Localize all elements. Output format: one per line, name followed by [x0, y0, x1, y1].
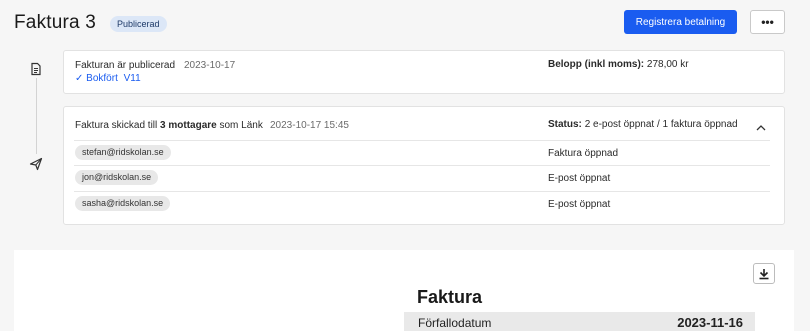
publish-event-card: Fakturan är publicerad 2023-10-17 ✓ Bokf… [63, 50, 785, 94]
amount-label: Belopp (inkl moms): [548, 59, 645, 70]
amount-value: 278,00 kr [646, 59, 689, 70]
invoice-preview: Faktura Förfallodatum 2023-11-16 [14, 250, 794, 331]
recipient-count: 3 mottagare [160, 120, 217, 131]
amount: Belopp (inkl moms): 278,00 kr [548, 59, 689, 70]
row-divider [74, 165, 770, 166]
recipient-email-pill: jon@ridskolan.se [75, 170, 159, 185]
row-divider [74, 191, 770, 192]
bookkeeping-ref: V11 [123, 73, 141, 84]
recipient-status: E-post öppnat [548, 199, 611, 210]
publish-event-text: Fakturan är publicerad [75, 60, 176, 71]
due-date-row: Förfallodatum 2023-11-16 [404, 312, 755, 331]
status-badge: Publicerad [110, 16, 167, 32]
due-date-label: Förfallodatum [418, 316, 492, 330]
chevron-up-icon[interactable] [755, 120, 767, 131]
row-divider [74, 140, 770, 141]
send-event-card: Faktura skickad till 3 mottagare som Län… [63, 106, 785, 225]
send-status-label: Status: [548, 119, 582, 130]
send-icon [29, 157, 43, 171]
send-text-prefix: Faktura skickad till [75, 120, 158, 131]
check-icon: ✓ [75, 73, 84, 84]
send-status-value: 2 e-post öppnat / 1 faktura öppnad [584, 119, 738, 130]
invoice-title: Faktura [417, 287, 483, 307]
due-date-value: 2023-11-16 [677, 315, 743, 330]
page-header: Faktura 3 Publicerad Registrera betalnin… [14, 10, 794, 38]
document-icon [29, 62, 43, 76]
send-event-text: Faktura skickad till 3 mottagare som Län… [75, 120, 263, 131]
recipient-email-pill: stefan@ridskolan.se [75, 145, 171, 160]
more-options-button[interactable]: ••• [750, 10, 785, 34]
recipient-email-pill: sasha@ridskolan.se [75, 196, 171, 211]
download-icon [754, 268, 774, 280]
send-status: Status: 2 e-post öppnat / 1 faktura öppn… [548, 119, 738, 130]
recipient-status: E-post öppnat [548, 173, 611, 184]
download-button[interactable] [753, 263, 775, 284]
publish-event-date: 2023-10-17 [184, 60, 236, 71]
timeline-line [36, 78, 37, 154]
send-event-datetime: 2023-10-17 15:45 [270, 120, 349, 131]
page-title: Faktura 3 [14, 12, 97, 33]
bookkeeping-label: Bokfört [86, 73, 118, 84]
bookkeeping-link[interactable]: ✓ Bokfört V11 [75, 73, 141, 84]
register-payment-button[interactable]: Registrera betalning [624, 10, 737, 34]
recipient-status: Faktura öppnad [548, 148, 619, 159]
send-text-suffix: som Länk [219, 120, 263, 131]
